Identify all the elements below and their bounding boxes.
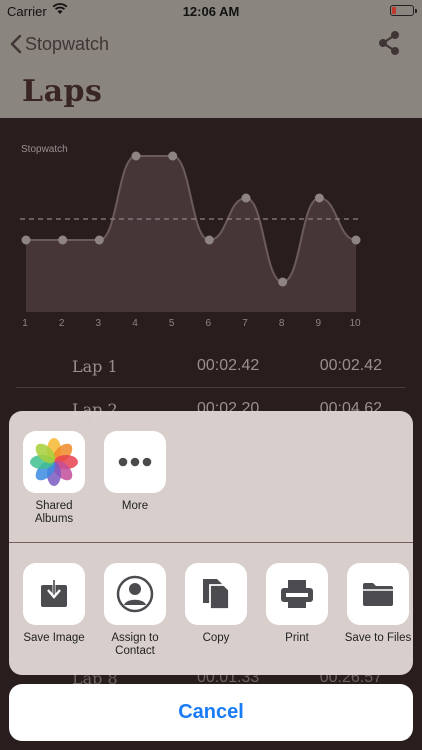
chart-canvas: 1 2 3 4 5 6 7 8 9 10 xyxy=(20,151,362,329)
share-app-more[interactable]: More xyxy=(99,431,171,513)
x-tick-label: 10 xyxy=(349,318,361,329)
action-save-to-files[interactable]: Save to Files xyxy=(338,563,413,645)
lap-name: Lap 1 xyxy=(72,357,118,376)
more-dots-icon xyxy=(104,431,166,493)
data-point xyxy=(278,277,288,287)
action-label: Save to Files xyxy=(344,632,412,644)
lap-time: 00:02.42 xyxy=(197,357,260,374)
action-label: Print xyxy=(285,632,309,644)
action-save-image[interactable]: Save Image xyxy=(14,563,94,645)
action-print[interactable]: Print xyxy=(257,563,337,645)
data-point xyxy=(94,235,104,245)
share-icon xyxy=(379,31,399,55)
chevron-left-icon xyxy=(10,34,22,54)
contact-icon xyxy=(104,563,166,625)
action-assign-to-contact[interactable]: Assign to Contact xyxy=(95,563,175,658)
action-label: Copy xyxy=(202,632,230,644)
battery-icon xyxy=(390,5,417,16)
lap-total: 00:02.42 xyxy=(319,357,382,374)
share-app-label: More xyxy=(121,500,149,512)
x-tick-label: 4 xyxy=(132,318,138,329)
status-bar: Carrier 12:06 AM xyxy=(0,0,422,22)
x-tick-label: 3 xyxy=(96,318,102,329)
save-image-icon xyxy=(23,563,85,625)
x-tick-label: 5 xyxy=(169,318,175,329)
action-label: Assign to Contact xyxy=(111,632,159,657)
share-app-shared-albums[interactable]: Shared Albums xyxy=(18,431,90,526)
navigation-bar: Stopwatch Laps xyxy=(0,22,422,118)
print-icon xyxy=(266,563,328,625)
data-point xyxy=(21,235,31,245)
share-app-label: Shared Albums xyxy=(34,500,74,525)
data-point xyxy=(204,235,214,245)
data-point xyxy=(241,193,251,203)
x-tick-label: 6 xyxy=(206,318,212,329)
x-tick-label: 7 xyxy=(242,318,248,329)
chart-area-fill xyxy=(26,156,356,312)
x-tick-label: 9 xyxy=(316,318,322,329)
back-button[interactable]: Stopwatch xyxy=(10,32,109,56)
share-actions-row: Save Image Assign to Contact Copy Print … xyxy=(9,543,413,675)
page-title: Laps xyxy=(22,74,103,109)
lap-chart: Stopwatch 1 2 3 4 5 6 7 8 9 10 xyxy=(0,118,422,340)
action-label: Save Image xyxy=(23,632,85,644)
data-point xyxy=(314,193,324,203)
share-sheet: Shared Albums More Save Image Assign to … xyxy=(9,411,413,675)
x-tick-label: 2 xyxy=(59,318,65,329)
photos-icon xyxy=(23,431,85,493)
data-point xyxy=(58,235,68,245)
clock-time: 12:06 AM xyxy=(182,4,240,19)
table-row: Lap 1 00:02.42 00:02.42 xyxy=(16,345,406,388)
x-tick-label: 8 xyxy=(279,318,285,329)
x-tick-label: 1 xyxy=(22,318,28,329)
folder-icon xyxy=(347,563,409,625)
share-apps-row: Shared Albums More xyxy=(9,411,413,542)
data-point xyxy=(168,151,178,161)
action-copy[interactable]: Copy xyxy=(176,563,256,645)
cancel-button[interactable]: Cancel xyxy=(9,684,413,741)
data-point xyxy=(131,151,141,161)
back-label: Stopwatch xyxy=(25,33,110,54)
share-button[interactable] xyxy=(376,30,402,61)
data-point xyxy=(351,235,361,245)
copy-icon xyxy=(185,563,247,625)
